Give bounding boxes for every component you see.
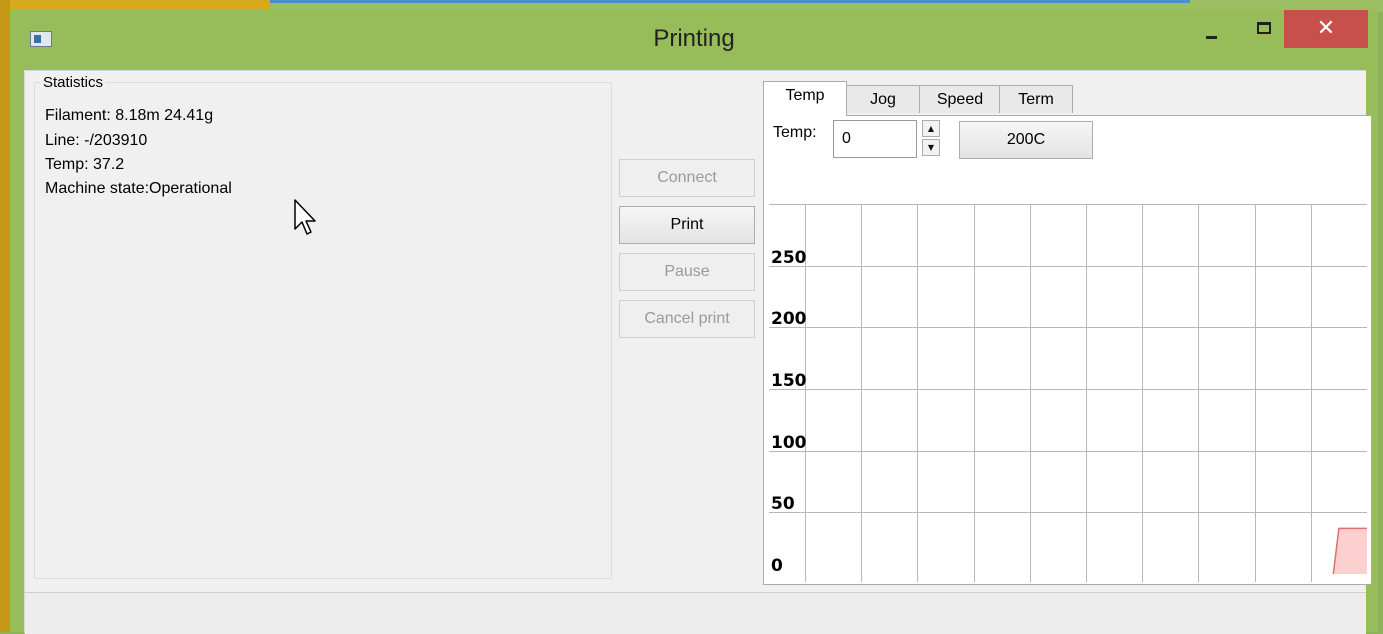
connect-button[interactable]: Connect [619, 159, 755, 197]
tab-speed[interactable]: Speed [919, 85, 1001, 113]
tab-term[interactable]: Term [999, 85, 1073, 113]
mouse-cursor-icon [294, 199, 316, 235]
y-tick-label: 100 [771, 433, 807, 453]
temperature-graph: 0 50 100 150 200 250 [769, 204, 1367, 582]
y-tick-label: 0 [771, 556, 783, 576]
desktop-background-bar [270, 0, 1190, 3]
title-bar[interactable]: Printing ✕ [10, 10, 1378, 70]
maximize-icon[interactable] [1242, 10, 1288, 50]
spin-down-icon[interactable]: ▼ [922, 139, 940, 156]
close-icon[interactable]: ✕ [1284, 10, 1368, 48]
temp-panel: Temp: 0 ▲ ▼ 200C 0 50 100 150 200 250 [763, 115, 1372, 585]
window-title: Printing [653, 25, 735, 52]
desktop-left-edge [0, 0, 10, 632]
cancel-print-button[interactable]: Cancel print [619, 300, 755, 338]
status-bar [25, 592, 1366, 634]
desktop-background [0, 0, 270, 10]
y-tick-label: 250 [771, 248, 807, 268]
line-stat: Line: -/203910 [45, 132, 148, 149]
machine-state-stat: Machine state:Operational [45, 180, 232, 197]
printing-window: Printing ✕ Statistics Filament: 8.18m 24… [10, 10, 1378, 634]
temp-spinner[interactable]: ▲ ▼ [922, 120, 940, 156]
client-area: Statistics Filament: 8.18m 24.41g Line: … [24, 70, 1372, 634]
pause-button[interactable]: Pause [619, 253, 755, 291]
y-tick-label: 200 [771, 309, 807, 329]
control-notebook: Temp Jog Speed Term Temp: 0 ▲ ▼ 200C 0 50… [763, 81, 1373, 586]
statistics-legend: Statistics [40, 74, 107, 91]
print-button[interactable]: Print [619, 206, 755, 244]
preset-200c-button[interactable]: 200C [959, 121, 1093, 159]
filament-stat: Filament: 8.18m 24.41g [45, 107, 214, 124]
temp-stat: Temp: 37.2 [45, 156, 125, 173]
tab-temp[interactable]: Temp [763, 81, 847, 116]
statistics-group: Statistics Filament: 8.18m 24.41g Line: … [34, 74, 612, 579]
tab-jog[interactable]: Jog [845, 85, 921, 113]
spin-up-icon[interactable]: ▲ [922, 120, 940, 137]
y-tick-label: 50 [771, 494, 795, 514]
y-tick-label: 150 [771, 371, 807, 391]
temp-input[interactable]: 0 [833, 120, 917, 158]
minimize-icon[interactable] [1190, 10, 1232, 50]
temp-label: Temp: [773, 124, 817, 141]
